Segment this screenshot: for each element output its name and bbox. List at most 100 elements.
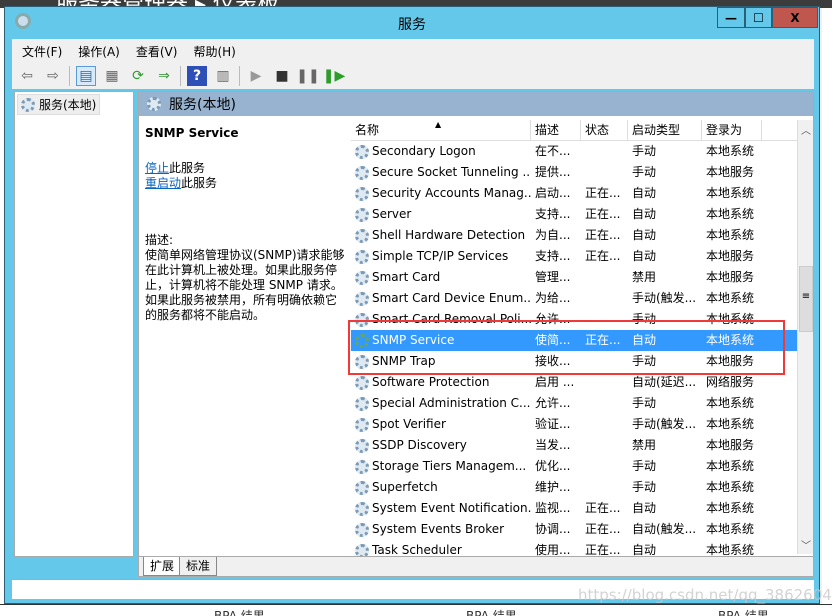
table-row[interactable]: Software Protection 启用 ... 自动(延迟... 网络服务: [351, 372, 797, 393]
service-name-cell: Storage Tiers Managem...: [351, 456, 531, 477]
startup-type-cell: 手动: [632, 396, 657, 410]
stop-icon[interactable]: ■: [272, 66, 292, 86]
back-icon[interactable]: ⇦: [17, 66, 37, 86]
service-name-cell: System Event Notification...: [351, 498, 531, 519]
service-name: Storage Tiers Managem...: [372, 459, 527, 473]
service-name-cell: SSDP Discovery: [351, 435, 531, 456]
startup-type-cell: 自动: [632, 207, 657, 221]
service-name: Smart Card: [372, 270, 441, 284]
table-row[interactable]: SNMP Service 使简... 正在... 自动 本地系统: [351, 330, 797, 351]
forward-icon[interactable]: ⇨: [43, 66, 63, 86]
service-name-cell: Server: [351, 204, 531, 225]
column-logon-as[interactable]: 登录为: [702, 120, 762, 140]
help-icon[interactable]: ?: [187, 66, 207, 86]
column-description[interactable]: 描述: [531, 120, 581, 140]
table-row[interactable]: Server 支持... 正在... 自动 本地系统: [351, 204, 797, 225]
column-status[interactable]: 状态: [581, 120, 628, 140]
console-tree-icon[interactable]: ▤: [76, 66, 96, 86]
logon-cell: 本地服务: [706, 270, 755, 284]
column-name[interactable]: 名称 ▲: [351, 120, 531, 140]
scroll-up-icon[interactable]: ︿: [798, 122, 814, 137]
description-cell: 接收...: [535, 354, 571, 368]
table-row[interactable]: Secondary Logon 在不... 手动 本地系统: [351, 141, 797, 162]
watermark: https://blog.csdn.net/qq_38626043: [578, 586, 832, 604]
close-button[interactable]: X: [772, 7, 818, 28]
table-row[interactable]: Superfetch 维护... 手动 本地系统: [351, 477, 797, 498]
service-name: Spot Verifier: [372, 417, 446, 431]
restart-service-link[interactable]: 重启动: [145, 176, 181, 190]
logon-cell: 本地服务: [706, 165, 755, 179]
service-name: Shell Hardware Detection: [372, 228, 526, 242]
table-row[interactable]: SSDP Discovery 当发... 禁用 本地服务: [351, 435, 797, 456]
tree-node-services-local[interactable]: 服务(本地): [17, 94, 101, 115]
scroll-down-icon[interactable]: ﹀: [798, 537, 814, 552]
table-row[interactable]: Secure Socket Tunneling ... 提供... 手动 本地服务: [351, 162, 797, 183]
properties-icon[interactable]: ▦: [102, 66, 122, 86]
description-cell: 优化...: [535, 459, 571, 473]
menu-action[interactable]: 操作(A): [78, 43, 120, 60]
table-row[interactable]: Task Scheduler 使用... 正在... 自动 本地系统: [351, 540, 797, 556]
refresh-icon[interactable]: ⟳: [128, 66, 148, 86]
gear-icon: [355, 501, 369, 516]
startup-type-cell: 手动: [632, 165, 657, 179]
selected-service-name: SNMP Service: [145, 126, 239, 140]
table-row[interactable]: Smart Card Removal Poli... 允许... 手动 本地系统: [351, 309, 797, 330]
menu-bar: 文件(F) 操作(A) 查看(V) 帮助(H): [12, 39, 814, 63]
scroll-thumb[interactable]: ≡: [799, 266, 813, 332]
vertical-scrollbar[interactable]: ︿ ≡ ﹀: [797, 120, 813, 554]
table-row[interactable]: Simple TCP/IP Services 支持... 正在... 自动 本地服务: [351, 246, 797, 267]
menu-file[interactable]: 文件(F): [22, 43, 62, 60]
logon-cell: 本地系统: [706, 480, 755, 494]
logon-cell: 本地系统: [706, 186, 755, 200]
action-pane-icon[interactable]: ▥: [213, 66, 233, 86]
description-cell: 管理...: [535, 270, 571, 284]
service-name: SSDP Discovery: [372, 438, 467, 452]
table-row[interactable]: Special Administration C... 允许... 手动 本地系统: [351, 393, 797, 414]
service-name-cell: Simple TCP/IP Services: [351, 246, 531, 267]
description-cell: 协调...: [535, 522, 571, 536]
table-row[interactable]: Shell Hardware Detection 为自... 正在... 自动 本地系统: [351, 225, 797, 246]
menu-help[interactable]: 帮助(H): [193, 43, 235, 60]
table-row[interactable]: System Events Broker 协调... 正在... 自动(触发... 本地…: [351, 519, 797, 540]
startup-type-cell: 手动: [632, 144, 657, 158]
title-bar: 服务 — ☐ X: [5, 7, 819, 37]
startup-type-cell: 自动: [632, 333, 657, 347]
logon-cell: 本地系统: [706, 207, 755, 221]
logon-cell: 本地系统: [706, 501, 755, 515]
logon-cell: 网络服务: [706, 375, 755, 389]
table-row[interactable]: Storage Tiers Managem... 优化... 手动 本地系统: [351, 456, 797, 477]
service-name-cell: Secondary Logon: [351, 141, 531, 162]
table-row[interactable]: Spot Verifier 验证... 手动(触发... 本地系统: [351, 414, 797, 435]
service-name-cell: Security Accounts Manag...: [351, 183, 531, 204]
status-cell: 正在...: [585, 249, 621, 263]
tab-standard[interactable]: 标准: [179, 557, 218, 576]
menu-view[interactable]: 查看(V): [136, 43, 178, 60]
gear-icon: [355, 396, 369, 411]
export-list-icon[interactable]: ⇒: [154, 66, 174, 86]
gear-icon: [355, 207, 369, 222]
pause-icon[interactable]: ❚❚: [296, 66, 319, 86]
status-cell: 正在...: [585, 207, 621, 221]
tab-extended[interactable]: 扩展: [143, 557, 182, 576]
description-cell: 启用 ...: [535, 375, 575, 389]
divider: [239, 66, 240, 86]
table-row[interactable]: Security Accounts Manag... 启动... 正在... 自动 本地…: [351, 183, 797, 204]
restart-icon[interactable]: ❚▶: [323, 66, 346, 86]
column-startup-type[interactable]: 启动类型: [628, 120, 702, 140]
table-row[interactable]: Smart Card 管理... 禁用 本地服务: [351, 267, 797, 288]
gear-icon: [355, 144, 369, 159]
start-icon[interactable]: ▶: [246, 66, 266, 86]
service-name-cell: Spot Verifier: [351, 414, 531, 435]
table-row[interactable]: Smart Card Device Enum... 为给... 手动(触发... 本地…: [351, 288, 797, 309]
gear-icon: [355, 291, 369, 306]
description-cell: 允许...: [535, 312, 571, 326]
minimize-button[interactable]: —: [717, 7, 745, 28]
table-row[interactable]: System Event Notification... 监视... 正在... 自动…: [351, 498, 797, 519]
view-tabs: 扩展 标准: [139, 556, 813, 576]
description-cell: 启动...: [535, 186, 571, 200]
maximize-button[interactable]: ☐: [745, 7, 772, 28]
table-row[interactable]: SNMP Trap 接收... 手动 本地服务: [351, 351, 797, 372]
service-name: Superfetch: [372, 480, 438, 494]
stop-service-link[interactable]: 停止: [145, 161, 169, 175]
services-window: 服务 — ☐ X 文件(F) 操作(A) 查看(V) 帮助(H) ⇦ ⇨ ▤ ▦…: [4, 6, 820, 604]
